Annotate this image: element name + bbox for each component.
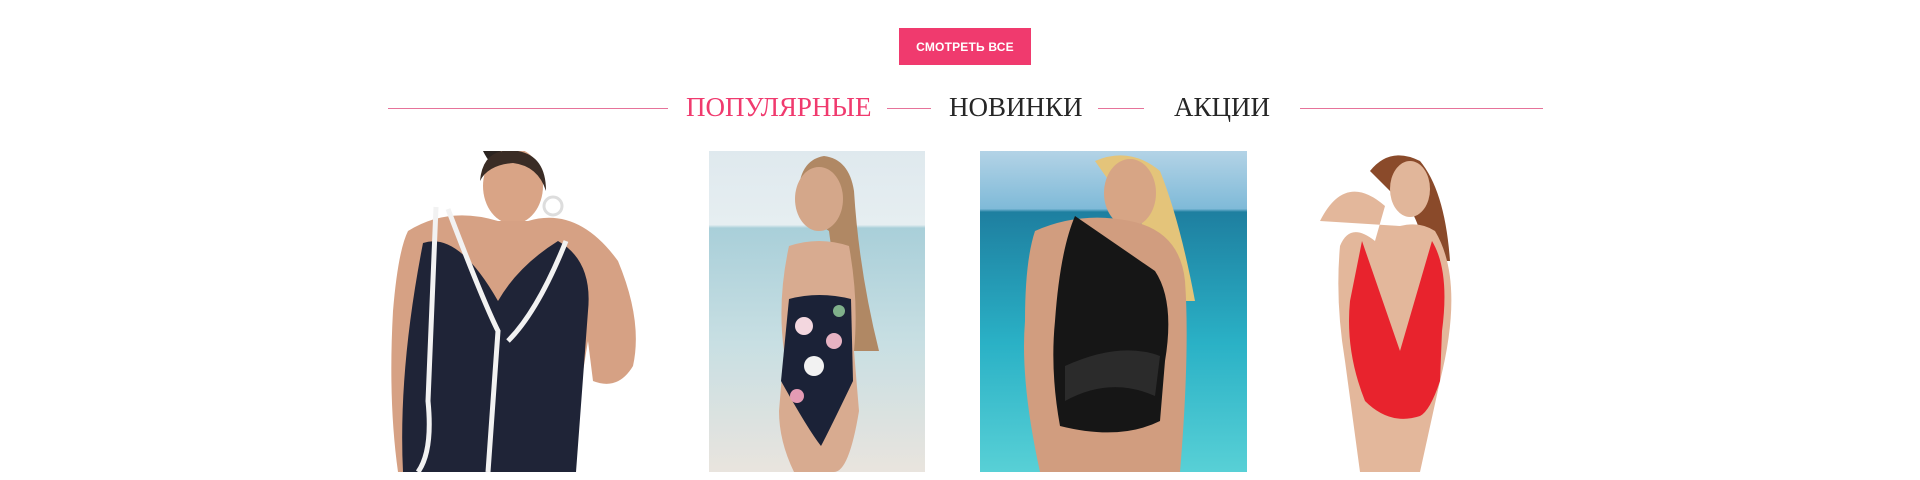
- divider-line: [1098, 108, 1144, 109]
- tab-new[interactable]: НОВИНКИ: [949, 92, 1083, 122]
- product-card[interactable]: [709, 151, 925, 472]
- product-image-red-halter-swimsuit[interactable]: [1300, 151, 1496, 472]
- tab-popular[interactable]: ПОПУЛЯРНЫЕ: [686, 92, 871, 122]
- view-all-button[interactable]: СМОТРЕТЬ ВСЕ: [899, 28, 1031, 65]
- product-card[interactable]: [980, 151, 1247, 472]
- product-image-floral-bandeau-swimsuit[interactable]: [709, 151, 925, 472]
- divider-line: [1300, 108, 1543, 109]
- divider-line: [887, 108, 931, 109]
- product-card[interactable]: [1300, 151, 1496, 472]
- tab-sales[interactable]: АКЦИИ: [1174, 92, 1270, 122]
- divider-line: [388, 108, 668, 109]
- product-image-navy-v-neck-swimsuit[interactable]: [388, 151, 644, 472]
- product-image-black-one-shoulder-swimsuit[interactable]: [980, 151, 1247, 472]
- product-card[interactable]: [388, 151, 644, 472]
